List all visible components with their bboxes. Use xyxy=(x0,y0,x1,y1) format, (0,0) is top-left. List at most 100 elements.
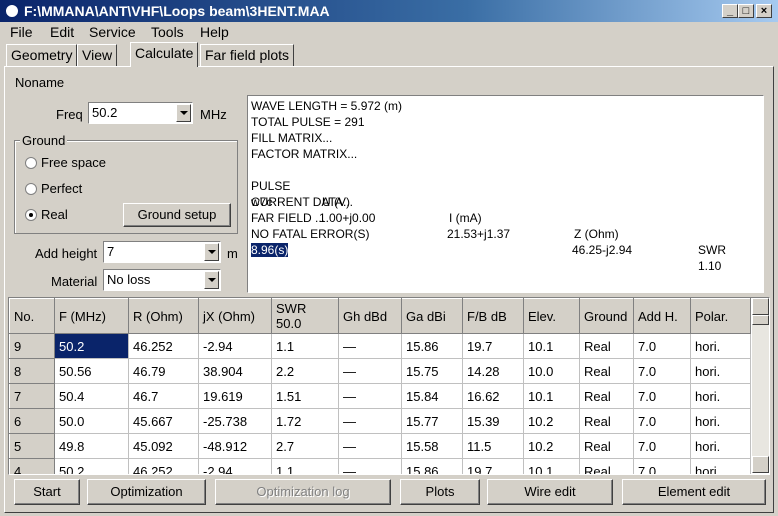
add-height-combo[interactable]: 7 xyxy=(103,241,221,263)
table-row[interactable]: 4 50.2 46.252 -2.94 1.1—15.86 19.7 10.1 Real 7.0… xyxy=(9,458,751,474)
table-cell[interactable]: — xyxy=(338,408,402,434)
row-number[interactable]: 4 xyxy=(9,458,55,474)
scroll-up-button[interactable] xyxy=(752,298,769,315)
table-cell[interactable]: 7.0 xyxy=(633,358,691,384)
col-ground[interactable]: Ground xyxy=(579,298,634,334)
table-cell[interactable]: Real xyxy=(579,333,634,359)
optimization-log-button[interactable]: Optimization log xyxy=(215,479,391,505)
table-cell[interactable]: Real xyxy=(579,358,634,384)
table-cell[interactable]: hori. xyxy=(690,383,751,409)
table-cell[interactable]: -25.738 xyxy=(198,408,272,434)
table-cell[interactable]: — xyxy=(338,433,402,459)
table-cell[interactable]: hori. xyxy=(690,333,751,359)
table-cell[interactable]: 45.667 xyxy=(128,408,199,434)
table-cell[interactable]: 2.2 xyxy=(271,358,339,384)
table-cell[interactable]: 38.904 xyxy=(198,358,272,384)
table-cell[interactable]: 2.7 xyxy=(271,433,339,459)
col-fb[interactable]: F/B dB xyxy=(462,298,524,334)
tab-calculate[interactable]: Calculate xyxy=(130,42,199,67)
table-cell[interactable]: 1.1 xyxy=(271,458,339,474)
table-cell[interactable]: 46.252 xyxy=(128,333,199,359)
table-cell[interactable]: 15.84 xyxy=(401,383,463,409)
table-cell[interactable]: 46.252 xyxy=(128,458,199,474)
table-cell[interactable]: 16.62 xyxy=(462,383,524,409)
radio-free-space[interactable] xyxy=(25,157,37,169)
table-cell[interactable]: 50.56 xyxy=(54,358,129,384)
row-number[interactable]: 8 xyxy=(9,358,55,384)
table-cell[interactable]: 49.8 xyxy=(54,433,129,459)
table-cell[interactable]: -2.94 xyxy=(198,458,272,474)
menu-edit[interactable]: Edit xyxy=(50,24,74,40)
row-number[interactable]: 9 xyxy=(9,333,55,359)
table-cell[interactable]: 50.4 xyxy=(54,383,129,409)
table-cell[interactable]: 7.0 xyxy=(633,433,691,459)
table-scrollbar[interactable] xyxy=(752,298,769,473)
table-cell[interactable]: 1.1 xyxy=(271,333,339,359)
table-cell[interactable]: 15.39 xyxy=(462,408,524,434)
table-row[interactable]: 8 50.56 46.79 38.904 2.2—15.75 14.28 10.0 Real 7… xyxy=(9,358,751,384)
table-cell[interactable]: 1.51 xyxy=(271,383,339,409)
real-label[interactable]: Real xyxy=(41,207,68,222)
table-row[interactable]: 6 50.0 45.667 -25.738 1.72—15.77 15.39 10.2 Rea… xyxy=(9,408,751,434)
tab-geometry[interactable]: Geometry xyxy=(6,44,78,66)
menu-file[interactable]: File xyxy=(10,24,33,40)
free-space-label[interactable]: Free space xyxy=(41,155,106,170)
optimization-button[interactable]: Optimization xyxy=(87,479,206,505)
table-cell[interactable]: 15.86 xyxy=(401,458,463,474)
row-number[interactable]: 7 xyxy=(9,383,55,409)
table-cell[interactable]: 15.58 xyxy=(401,433,463,459)
ground-setup-button[interactable]: Ground setup xyxy=(123,203,231,227)
col-r[interactable]: R (Ohm) xyxy=(128,298,199,334)
table-cell[interactable]: hori. xyxy=(690,358,751,384)
table-cell[interactable]: Real xyxy=(579,433,634,459)
table-cell[interactable]: 10.1 xyxy=(523,458,580,474)
freq-combo[interactable]: 50.2 xyxy=(88,102,193,124)
table-cell[interactable]: 14.28 xyxy=(462,358,524,384)
chevron-down-icon[interactable] xyxy=(176,104,191,122)
table-cell[interactable]: 7.0 xyxy=(633,383,691,409)
table-cell[interactable]: Real xyxy=(579,383,634,409)
scroll-thumb[interactable] xyxy=(752,315,769,325)
col-ga[interactable]: Ga dBi xyxy=(401,298,463,334)
table-cell[interactable]: 50.0 xyxy=(54,408,129,434)
table-cell[interactable]: 10.1 xyxy=(523,383,580,409)
menu-service[interactable]: Service xyxy=(89,24,136,40)
plots-button[interactable]: Plots xyxy=(400,479,480,505)
col-swr[interactable]: SWR 50.0 xyxy=(271,298,339,334)
table-cell[interactable]: 10.0 xyxy=(523,358,580,384)
menu-help[interactable]: Help xyxy=(200,24,229,40)
minimize-button[interactable]: _ xyxy=(722,4,738,18)
table-cell[interactable]: 10.1 xyxy=(523,333,580,359)
radio-real[interactable] xyxy=(25,209,37,221)
table-cell[interactable]: 1.72 xyxy=(271,408,339,434)
col-add-h[interactable]: Add H. xyxy=(633,298,691,334)
maximize-button[interactable]: □ xyxy=(738,4,754,18)
table-cell[interactable]: hori. xyxy=(690,408,751,434)
menu-tools[interactable]: Tools xyxy=(151,24,184,40)
table-cell[interactable]: hori. xyxy=(690,433,751,459)
table-cell[interactable]: — xyxy=(338,383,402,409)
table-cell[interactable]: 50.2 xyxy=(54,458,129,474)
chevron-down-icon[interactable] xyxy=(204,271,219,289)
table-cell[interactable]: Real xyxy=(579,458,634,474)
col-jx[interactable]: jX (Ohm) xyxy=(198,298,272,334)
table-cell[interactable]: 19.7 xyxy=(462,458,524,474)
table-cell[interactable]: — xyxy=(338,358,402,384)
table-cell[interactable]: 10.2 xyxy=(523,433,580,459)
close-button[interactable]: × xyxy=(756,4,772,18)
table-cell[interactable]: 10.2 xyxy=(523,408,580,434)
row-number[interactable]: 5 xyxy=(9,433,55,459)
material-combo[interactable]: No loss xyxy=(103,269,221,291)
table-cell[interactable]: 19.7 xyxy=(462,333,524,359)
start-button[interactable]: Start xyxy=(14,479,80,505)
table-cell[interactable]: — xyxy=(338,458,402,474)
table-cell[interactable]: hori. xyxy=(690,458,751,474)
table-cell[interactable]: 15.77 xyxy=(401,408,463,434)
table-cell[interactable]: 15.75 xyxy=(401,358,463,384)
table-cell[interactable]: 7.0 xyxy=(633,333,691,359)
table-cell[interactable]: 45.092 xyxy=(128,433,199,459)
table-cell[interactable]: 7.0 xyxy=(633,408,691,434)
table-cell[interactable]: -48.912 xyxy=(198,433,272,459)
table-cell[interactable]: 46.79 xyxy=(128,358,199,384)
table-cell[interactable]: 19.619 xyxy=(198,383,272,409)
